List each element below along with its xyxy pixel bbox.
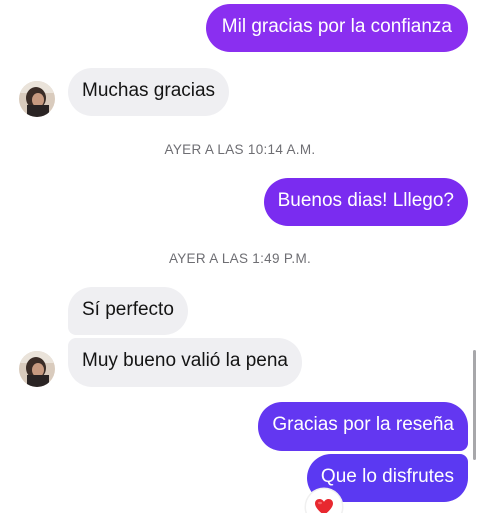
outgoing-message-bubble[interactable]: Mil gracias por la confianza (205, 4, 468, 52)
incoming-message-bubble[interactable]: Muchas gracias (68, 68, 230, 116)
avatar-photo-icon (19, 81, 55, 117)
outgoing-message-bubble[interactable]: Buenos dias! Lllego? (263, 178, 468, 226)
message-text: Buenos dias! Lllego? (277, 190, 454, 211)
timestamp-divider: AYER A LAS 10:14 A.M. (164, 142, 316, 157)
message-text: Mil gracias por la confianza (221, 16, 452, 37)
incoming-message-bubble[interactable]: Muy bueno valió la pena (68, 338, 302, 387)
message-text: Muchas gracias (82, 80, 216, 101)
heart-icon (315, 499, 333, 513)
message-thread[interactable]: Mil gracias por la confianza Muchas grac… (0, 0, 480, 513)
message-text: Muy bueno valió la pena (82, 350, 288, 371)
avatar-photo-icon (19, 351, 55, 387)
timestamp-divider: AYER A LAS 1:49 P.M. (168, 251, 312, 266)
outgoing-message-bubble[interactable]: Gracias por la reseña (258, 402, 468, 451)
contact-avatar[interactable] (19, 351, 55, 387)
scrollbar-thumb[interactable] (473, 350, 476, 460)
message-text: Sí perfecto (82, 299, 174, 320)
message-text: Que lo disfrutes (320, 466, 454, 487)
contact-avatar[interactable] (19, 81, 55, 117)
message-text: Gracias por la reseña (272, 414, 454, 435)
incoming-message-bubble[interactable]: Sí perfecto (68, 287, 188, 335)
